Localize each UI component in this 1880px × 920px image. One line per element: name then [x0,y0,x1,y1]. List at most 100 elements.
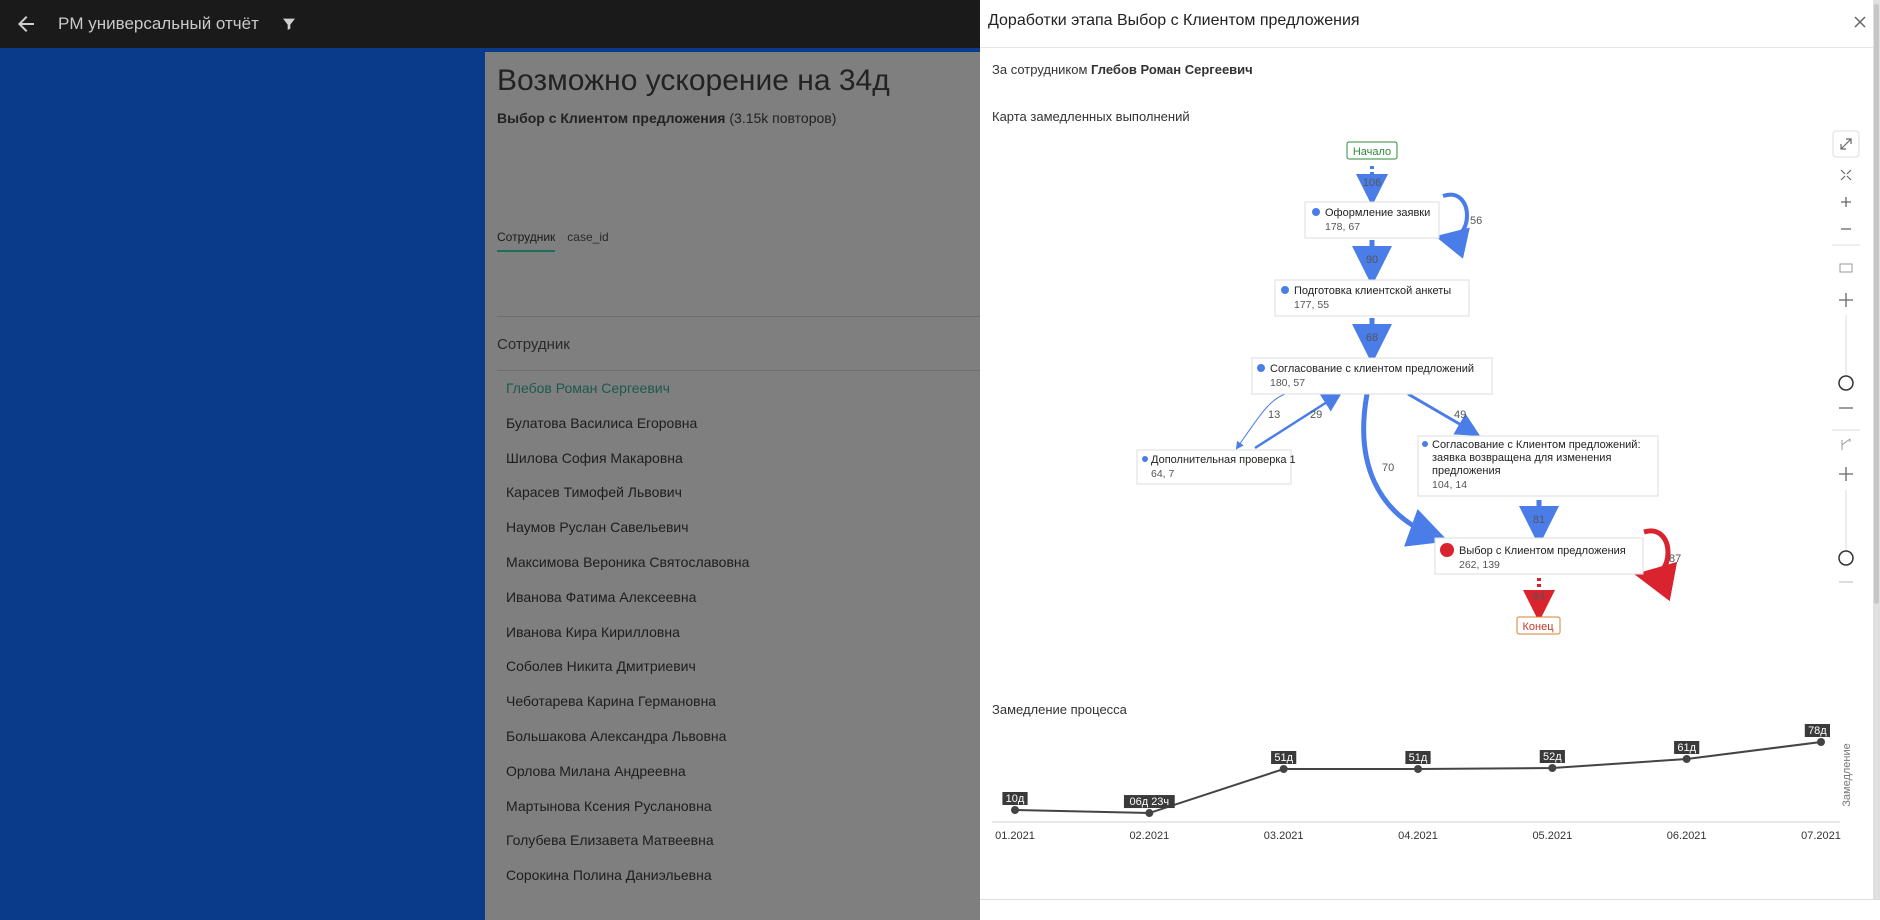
activity-slider-icon [1839,263,1853,273]
x-tick-label: 01.2021 [995,830,1035,842]
table-row[interactable]: Булатова Василиса Егоровна [506,409,749,444]
tab-case-id[interactable]: case_id [567,230,608,252]
employee-caption: За сотрудником Глебов Роман Сергеевич [992,62,1253,77]
data-label: 52д [1543,751,1562,763]
node-questionnaire[interactable]: Подготовка клиентской анкеты 177, 55 [1274,279,1470,317]
y-axis-label: Замедление [1841,743,1853,807]
back-arrow-icon[interactable] [14,12,38,36]
activity-subtitle: Выбор с Клиентом предложения (3.15k повт… [497,110,836,126]
edge-label-49: 49 [1454,409,1466,421]
end-label: Конец [1522,621,1554,633]
slowdown-chart: 10д 01.2021 06д 23ч 02.2021 51д 03.2021 51д 04.… [992,724,1853,842]
data-point[interactable] [1817,738,1825,746]
report-card: Возможно ускорение на 34д Выбор с Клиент… [485,52,987,920]
node-dot [1142,456,1148,462]
data-label: 61д [1677,742,1696,754]
employee-name: Глебов Роман Сергеевич [1091,62,1253,77]
paths-increase-button[interactable] [1839,467,1853,481]
x-tick-label: 06.2021 [1667,830,1707,842]
edge-check-to-approval[interactable] [1254,392,1343,450]
activities-increase-button[interactable] [1839,293,1853,307]
table-row[interactable]: Максимова Вероника Святославовна [506,548,749,583]
node-additional-check[interactable]: Дополнительная проверка 1 64, 7 [1136,449,1296,485]
table-row[interactable]: Иванова Кира Кирилловна [506,618,749,653]
data-label: 10д [1006,793,1025,805]
data-label: 51д [1409,752,1428,764]
edge-label-68: 68 [1366,332,1378,344]
node-approval[interactable]: Согласование с клиентом предложений 180,… [1251,357,1493,395]
repeats-count: (3.15k повторов) [729,110,837,126]
node-label: Выбор с Клиентом предложения [1459,545,1626,557]
table-row[interactable]: Глебов Роман Сергеевич [506,374,749,409]
column-header-employee[interactable]: Сотрудник [497,336,570,353]
edge-form-loop[interactable] [1435,192,1470,259]
app-bar: PM универсальный отчёт [0,0,980,48]
map-label: Карта замедленных выполнений [992,109,1190,124]
data-label: 78д [1808,725,1827,737]
data-point[interactable] [1682,755,1691,763]
activity-name: Выбор с Клиентом предложения [497,110,726,126]
table-row[interactable]: Шилова София Макаровна [506,444,749,479]
fit-view-button[interactable] [1840,169,1852,181]
edge-label-70: 70 [1382,462,1394,474]
edge-approval-to-check[interactable] [1235,392,1289,450]
app-title: PM универсальный отчёт [58,14,259,33]
data-point[interactable] [1011,806,1019,814]
table-row[interactable]: Чеботарева Карина Германовна [506,687,749,722]
node-stats: 180, 57 [1270,377,1305,389]
table-row[interactable]: Наумов Руслан Савельевич [506,513,749,548]
table-row[interactable]: Голубева Елизавета Матвеевна [506,826,749,861]
edge-label-13: 13 [1268,409,1280,421]
table-row[interactable]: Сорокина Полина Даниэльевна [506,861,749,896]
close-icon[interactable] [1852,14,1868,30]
edge-choice-loop[interactable] [1634,528,1678,602]
edge-label-90: 90 [1366,254,1378,266]
scrollbar-thumb[interactable] [1874,4,1879,604]
paths-slider-handle[interactable] [1838,550,1854,566]
node-client-choice[interactable]: Выбор с Клиентом предложения 262, 139 [1434,537,1644,575]
panel-divider [980,47,1880,48]
node-stats: 178, 67 [1325,221,1360,233]
data-point[interactable] [1279,765,1288,773]
table-row[interactable]: Иванова Фатима Алексеевна [506,583,749,618]
table-top-divider [497,316,987,317]
data-point[interactable] [1548,764,1557,772]
table-row[interactable]: Мартынова Ксения Руслановна [506,792,749,827]
x-tick-label: 03.2021 [1264,830,1304,842]
table-row[interactable]: Карасев Тимофей Львович [506,478,749,513]
zoom-in-button[interactable] [1841,197,1851,207]
node-label-line-3: предложения [1432,465,1501,477]
x-tick-label: 04.2021 [1398,830,1438,842]
node-stats: 104, 14 [1432,479,1467,491]
paths-slider-icon [1841,438,1851,450]
node-returned-for-changes[interactable]: Согласование с Клиентом предложений: зая… [1417,435,1659,497]
panel-scrollbar[interactable] [1873,0,1880,900]
tab-employee[interactable]: Сотрудник [497,230,556,252]
x-tick-label: 07.2021 [1801,830,1841,842]
panel-title: Доработки этапа Выбор с Клиентом предлож… [988,12,1360,29]
table-row[interactable]: Орлова Милана Андреевна [506,757,749,792]
node-dot [1281,286,1289,294]
data-label: 51д [1274,752,1293,764]
node-label: Согласование с клиентом предложений [1270,363,1474,375]
filter-icon[interactable] [281,16,297,32]
activity-slider-handle[interactable] [1838,375,1854,391]
fullscreen-button[interactable] [1832,130,1860,158]
edge-label-56: 56 [1470,215,1482,227]
node-label: Подготовка клиентской анкеты [1294,285,1451,297]
speedup-headline: Возможно ускорение на 34д [497,64,890,97]
edge-label-29: 29 [1310,409,1322,421]
process-map[interactable]: Начало 106 56 90 68 13 29 49 70 81 87 84… [980,130,1870,650]
map-controls [1832,130,1860,583]
x-tick-label: 05.2021 [1532,830,1572,842]
table-row[interactable]: Большакова Александра Львовна [506,722,749,757]
node-dot [1312,208,1320,216]
node-stats: 262, 139 [1459,559,1500,571]
data-point[interactable] [1414,765,1422,773]
employee-prefix: За сотрудником [992,62,1088,77]
edge-label-84: 84 [1533,591,1545,603]
tabs: Сотрудник case_id [497,230,609,252]
data-point[interactable] [1145,809,1154,818]
table-row[interactable]: Соболев Никита Дмитриевич [506,652,749,687]
node-form-request[interactable]: Оформление заявки 178, 67 [1304,201,1440,239]
